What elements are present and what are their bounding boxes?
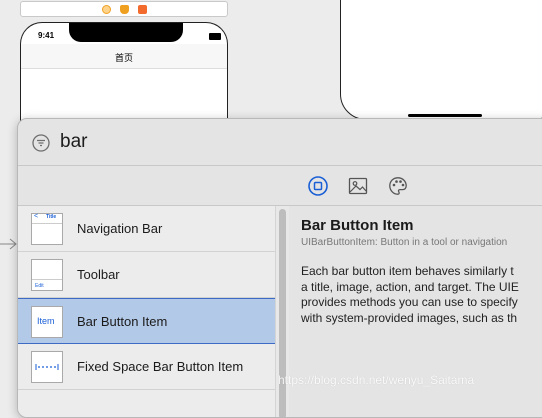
exit-icon[interactable]	[138, 5, 147, 14]
thumb-edit: Edit	[35, 283, 44, 289]
list-item-label: Fixed Space Bar Button Item	[77, 359, 244, 374]
first-responder-icon[interactable]	[120, 5, 129, 14]
view-controller-icon[interactable]	[102, 5, 111, 14]
detail-subtitle: UIBarButtonItem: Button in a tool or nav…	[301, 237, 508, 248]
detail-line: Each bar button item behaves similarly t	[301, 264, 514, 278]
detail-line: with system-provided images, such as th	[301, 310, 518, 325]
detail-line: provides methods you can use to specify	[301, 295, 518, 309]
watermark: https://blog.csdn.net/wenyu_Saitama	[278, 373, 475, 387]
library-tabs	[18, 166, 542, 206]
thumb-title: Title	[46, 214, 57, 220]
thumb-item: Item	[37, 316, 55, 326]
toolbar-thumbnail: Edit	[31, 259, 63, 291]
detail-line: a title, image, action, and target. The …	[301, 279, 519, 294]
scene-dock[interactable]	[20, 1, 228, 17]
list-item-label: Bar Button Item	[77, 314, 168, 329]
list-item-label: Navigation Bar	[77, 221, 163, 236]
palette-icon[interactable]	[388, 176, 408, 196]
navigation-bar-thumbnail: < Title	[31, 213, 63, 245]
back-chevron-icon: <	[34, 213, 39, 220]
home-indicator	[408, 114, 482, 117]
segue-arrow-icon	[0, 238, 17, 250]
list-item-bar-button-item[interactable]: Item Bar Button Item	[18, 298, 275, 344]
search-bar	[18, 119, 542, 166]
navigation-title: 首页	[114, 54, 133, 64]
bar-button-item-thumbnail: Item	[31, 306, 63, 338]
iphone-scene-second[interactable]	[340, 0, 542, 120]
detail-title: Bar Button Item	[301, 217, 414, 234]
list-item-toolbar[interactable]: Edit Toolbar	[18, 252, 275, 298]
phone-notch	[69, 23, 183, 42]
navigation-bar[interactable]: 首页	[21, 44, 227, 69]
fixed-space-thumbnail	[31, 351, 63, 383]
battery-icon	[209, 33, 221, 40]
library-list: < Title Navigation Bar Edit Toolbar Item…	[18, 206, 275, 417]
filter-icon[interactable]	[32, 134, 50, 152]
status-bar-time: 9:41	[38, 31, 55, 40]
image-icon[interactable]	[348, 176, 368, 196]
detail-description: Each bar button item behaves similarly t…	[301, 264, 542, 326]
list-item-label: Toolbar	[77, 267, 120, 282]
objects-square-icon[interactable]	[308, 176, 328, 196]
search-input[interactable]	[60, 129, 460, 155]
list-item-navigation-bar[interactable]: < Title Navigation Bar	[18, 206, 275, 252]
fixed-space-icon	[35, 364, 59, 370]
list-item-fixed-space-bar-button-item[interactable]: Fixed Space Bar Button Item	[18, 344, 275, 390]
